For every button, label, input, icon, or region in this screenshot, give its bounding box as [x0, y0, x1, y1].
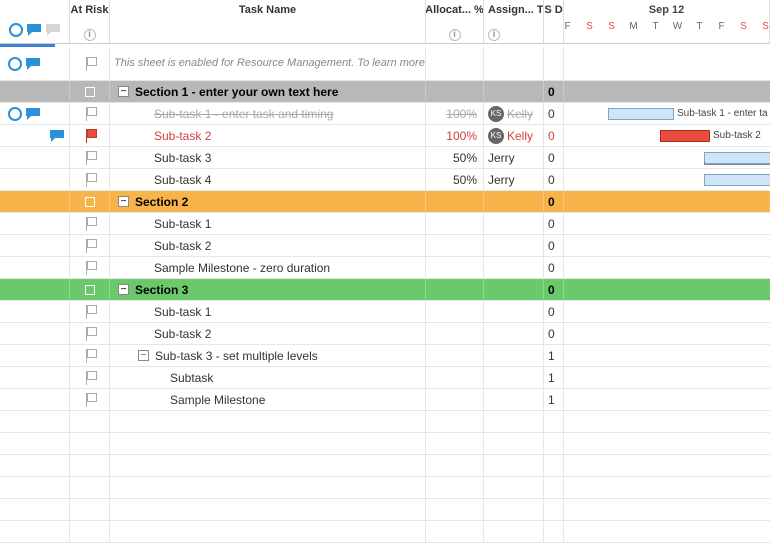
section-title: Section 2 — [135, 195, 188, 209]
gantt-header: Sep 12 F S S M T W T F S S — [564, 0, 770, 43]
allocation-value: 100% — [446, 107, 477, 121]
collapse-toggle[interactable]: − — [118, 284, 129, 295]
flag-icon[interactable] — [84, 371, 96, 385]
assignee: Kelly — [507, 129, 533, 143]
task-row[interactable]: Subtask 1 — [0, 367, 770, 389]
header-task-name[interactable]: Task Name — [110, 0, 426, 43]
task-name: Subtask — [170, 371, 213, 385]
empty-row[interactable] — [0, 521, 770, 543]
allocation-value: 50% — [453, 151, 477, 165]
task-row[interactable]: Sample Milestone 1 — [0, 389, 770, 411]
task-row[interactable]: Sub-task 2 100% KSKelly 0 Sub-task 2 — [0, 125, 770, 147]
task-row[interactable]: Sub-task 3 50% Jerry 0 — [0, 147, 770, 169]
info-icon[interactable]: i — [84, 29, 96, 41]
assignee: Jerry — [488, 151, 515, 165]
flag-icon[interactable] — [84, 173, 96, 187]
empty-row[interactable] — [0, 499, 770, 521]
column-header-row: At Risk i Task Name Allocat... % i Assig… — [0, 0, 770, 44]
assignee: Kelly — [507, 107, 533, 121]
discussion-icon[interactable] — [8, 107, 22, 121]
comment-icon[interactable] — [26, 23, 42, 41]
discussion-icon[interactable] — [8, 57, 22, 71]
allocation-value: 100% — [446, 129, 477, 143]
flag-icon[interactable] — [84, 57, 96, 71]
comment-icon[interactable] — [25, 107, 41, 121]
collapse-toggle[interactable]: − — [118, 196, 129, 207]
assignee: Jerry — [488, 173, 515, 187]
task-row[interactable]: Sub-task 2 0 — [0, 323, 770, 345]
empty-row[interactable] — [0, 455, 770, 477]
collapse-toggle[interactable]: − — [118, 86, 129, 97]
avatar: KS — [488, 128, 504, 144]
task-name: Sub-task 2 — [154, 129, 211, 143]
comment-icon[interactable] — [49, 129, 65, 143]
task-name: Sub-task 3 — [154, 151, 211, 165]
comment-icon[interactable] — [25, 57, 41, 71]
flag-icon[interactable] — [84, 107, 96, 121]
task-row[interactable]: Sub-task 1 0 — [0, 301, 770, 323]
task-row[interactable]: Sub-task 4 50% Jerry 0 — [0, 169, 770, 191]
info-icon[interactable]: i — [488, 29, 500, 41]
checkbox-icon[interactable] — [85, 197, 95, 207]
section-title: Section 1 - enter your own text here — [135, 85, 338, 99]
header-at-risk[interactable]: At Risk i — [70, 0, 110, 43]
checkbox-icon[interactable] — [85, 285, 95, 295]
task-name: Sub-task 2 — [154, 327, 211, 341]
task-name: Sub-task 4 — [154, 173, 211, 187]
section-row[interactable]: −Section 3 0 — [0, 279, 770, 301]
task-row[interactable]: Sub-task 2 0 — [0, 235, 770, 257]
gantt-bar[interactable]: Sub-task 1 - enter ta — [608, 108, 674, 120]
flag-icon[interactable] — [84, 151, 96, 165]
task-name: Sub-task 2 — [154, 239, 211, 253]
attachment-icon[interactable] — [45, 23, 61, 41]
info-icon[interactable]: i — [449, 29, 461, 41]
collapse-toggle[interactable]: − — [138, 350, 149, 361]
section-row[interactable]: −Section 1 - enter your own text here 0 — [0, 81, 770, 103]
flag-icon[interactable] — [84, 393, 96, 407]
checkbox-icon[interactable] — [85, 87, 95, 97]
empty-row[interactable] — [0, 477, 770, 499]
empty-row[interactable] — [0, 433, 770, 455]
task-name: Sample Milestone — [170, 393, 265, 407]
task-row[interactable]: Sub-task 1 - enter task and timing 100% … — [0, 103, 770, 125]
header-start-date[interactable]: S D — [544, 0, 564, 43]
gantt-week-label: Sep 12 — [649, 4, 684, 17]
info-row: This sheet is enabled for Resource Manag… — [0, 47, 770, 81]
section-row[interactable]: −Section 2 0 — [0, 191, 770, 213]
info-text: This sheet is enabled for Resource Manag… — [114, 53, 426, 75]
task-row[interactable]: Sub-task 1 0 — [0, 213, 770, 235]
flag-icon[interactable] — [84, 305, 96, 319]
gantt-bar[interactable] — [704, 174, 770, 186]
flag-icon[interactable] — [84, 217, 96, 231]
header-assigned-to[interactable]: Assign... To i — [484, 0, 544, 43]
discussion-icon[interactable] — [9, 23, 23, 37]
allocation-value: 50% — [453, 173, 477, 187]
avatar: KS — [488, 106, 504, 122]
task-name: Sub-task 1 — [154, 217, 211, 231]
task-name: Sub-task 1 - enter task and timing — [154, 107, 333, 121]
empty-row[interactable] — [0, 411, 770, 433]
section-title: Section 3 — [135, 283, 188, 297]
task-row[interactable]: Sample Milestone - zero duration 0 — [0, 257, 770, 279]
flag-icon[interactable] — [84, 349, 96, 363]
sheet-grid: At Risk i Task Name Allocat... % i Assig… — [0, 0, 770, 543]
gantt-day-row: F S S M T W T F S S — [564, 21, 770, 33]
flag-icon[interactable] — [84, 261, 96, 275]
gantt-bar[interactable]: Sub-task 2 — [660, 130, 710, 142]
flag-icon[interactable] — [84, 327, 96, 341]
task-row[interactable]: −Sub-task 3 - set multiple levels 1 — [0, 345, 770, 367]
flag-icon[interactable] — [84, 129, 96, 143]
task-name: Sub-task 3 - set multiple levels — [155, 349, 318, 363]
header-comments[interactable] — [0, 0, 70, 43]
header-allocation[interactable]: Allocat... % i — [426, 0, 484, 43]
flag-icon[interactable] — [84, 239, 96, 253]
task-name: Sample Milestone - zero duration — [154, 261, 330, 275]
task-name: Sub-task 1 — [154, 305, 211, 319]
